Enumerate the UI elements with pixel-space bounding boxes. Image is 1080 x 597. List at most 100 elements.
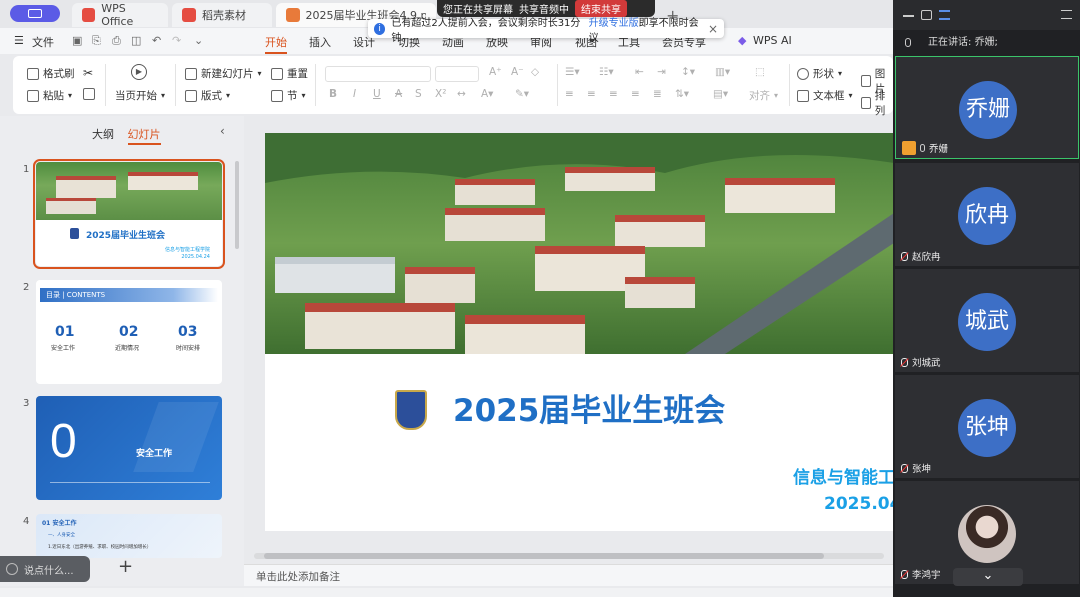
contents-num: 02 [119, 324, 139, 340]
menu-file[interactable]: 文件 [32, 34, 54, 50]
slide-thumbnail-3[interactable]: 0 安全工作 [36, 396, 222, 500]
tab-slides[interactable]: 幻灯片 [127, 128, 161, 145]
horizontal-scrollbar[interactable] [254, 553, 884, 559]
slide-thumbnail-2[interactable]: 目录 | CONTENTS 01 安全工作 02 近期情况 03 时间安排 [36, 280, 222, 384]
font-family-select[interactable] [325, 66, 431, 82]
indent-icon[interactable]: ⇤ [635, 66, 644, 78]
upgrade-link[interactable]: 升级专业版 [589, 18, 639, 29]
outdent-icon[interactable]: ⇥ [657, 66, 666, 78]
preview-icon[interactable]: ◫ [131, 34, 141, 47]
label: 排列 [874, 90, 886, 117]
tab-label: 稻壳素材 [202, 9, 246, 22]
shape-button[interactable]: 形状 ▾ [797, 66, 842, 81]
participant-tile[interactable]: 张坤 张坤 [895, 375, 1079, 478]
font-size-select[interactable] [435, 66, 479, 82]
save-icon[interactable]: ▣ [72, 34, 82, 47]
superscript-icon[interactable]: S [415, 88, 422, 100]
justify-icon[interactable]: ≡ [631, 88, 640, 100]
hamburger-icon[interactable]: ☰ [14, 34, 24, 47]
align-center-icon[interactable]: ≡ [587, 88, 596, 100]
slide-thumbnail-1[interactable]: 2025届毕业生班会 信息与智能工程学院 2025.04.24 [33, 159, 225, 269]
label: 当页开始 [115, 90, 157, 102]
chevron-down-icon[interactable]: ⌄ [194, 34, 203, 47]
font-grow-icon[interactable]: A⁺ [489, 66, 502, 78]
muted-mic-icon [901, 569, 908, 579]
columns-icon[interactable]: ▥▾ [715, 66, 730, 78]
font-color-icon[interactable]: A▾ [481, 88, 493, 100]
campus-photo [36, 162, 222, 220]
export-icon[interactable]: ⎘ [92, 34, 101, 48]
italic-icon[interactable]: I [353, 88, 356, 100]
chat-input[interactable]: 说点什么... [0, 556, 90, 582]
participant-tile[interactable]: 乔姗 乔姗 [895, 56, 1079, 159]
collapse-panel-icon[interactable]: ‹ [220, 124, 225, 138]
grid-view-icon[interactable] [939, 10, 950, 20]
window-icon[interactable] [921, 10, 932, 20]
slide-1[interactable]: 2025届毕业生班会 信息与智能工 2025.04 [265, 133, 894, 531]
participant-name-tag: 张坤 [901, 461, 931, 475]
layout-button[interactable]: 版式 ▾ [185, 88, 230, 103]
eraser-icon[interactable]: ◇ [531, 66, 539, 78]
char-spacing-icon[interactable]: ↔ [457, 88, 466, 100]
slide-thumbnail-4[interactable]: 01 安全工作 一、人身安全 1.近日东北（出游养殖、求职、校园时间增加增长） [36, 514, 222, 558]
arrow-decoration [133, 402, 219, 472]
minimize-icon[interactable] [903, 10, 914, 17]
font-shrink-icon[interactable]: A⁻ [511, 66, 524, 78]
participant-name-tag: 李鸿宇 [901, 567, 941, 581]
label: 节 [287, 90, 298, 102]
clipboard-icon [27, 89, 39, 102]
tab-daoke[interactable]: 稻壳素材 [172, 3, 272, 27]
arrange-button[interactable]: 排列 [861, 88, 891, 118]
meeting-panel: 正在讲话: 乔姗; 乔姗 乔姗 欣冉 赵欣冉 城武 刘城武 张坤 张坤 李鸿宇 … [893, 0, 1080, 597]
tab-start[interactable]: 开始 [265, 34, 287, 54]
strikethrough-icon[interactable]: A [395, 88, 402, 100]
chevron-down-icon: ▾ [161, 91, 166, 100]
highlight-icon[interactable]: ✎▾ [515, 88, 529, 100]
text-align-icon[interactable]: ▤▾ [713, 88, 728, 100]
play-current-button[interactable]: 当页开始 ▾ [115, 88, 165, 103]
align-button[interactable]: 对齐 ▾ [749, 88, 778, 103]
close-icon[interactable]: × [708, 22, 718, 36]
tab-wps-ai[interactable]: WPS AI [753, 34, 792, 47]
line-spacing-icon[interactable]: ↕▾ [681, 66, 695, 78]
home-tab[interactable] [10, 5, 60, 22]
wps-ai-icon: ◆ [738, 34, 747, 47]
textbox-button[interactable]: 文本框 ▾ [797, 88, 853, 103]
play-icon[interactable]: ▶ [131, 64, 147, 80]
underline-icon[interactable]: U [373, 88, 381, 100]
participant-tile[interactable]: 欣冉 赵欣冉 [895, 163, 1079, 266]
redo-icon[interactable]: ↷ [172, 34, 181, 47]
paste-button[interactable]: 粘贴 ▾ [27, 88, 72, 103]
distribute-icon[interactable]: ≣ [653, 88, 662, 100]
tab-insert[interactable]: 插入 [309, 34, 331, 50]
notes-field[interactable]: 单击此处添加备注 [244, 564, 894, 586]
bold-icon[interactable]: B [329, 88, 337, 100]
reset-button[interactable]: 重置 [271, 66, 308, 81]
print-icon[interactable]: ⎙ [112, 34, 121, 48]
thumbnail-scrollbar[interactable] [235, 161, 239, 249]
muted-mic-icon [901, 463, 908, 473]
copy-button[interactable] [83, 88, 95, 100]
new-slide-button[interactable]: 新建幻灯片 ▾ [185, 66, 262, 81]
participant-tile[interactable]: 城武 刘城武 [895, 269, 1079, 372]
tab-outline[interactable]: 大纲 [92, 128, 114, 141]
divider [557, 64, 558, 106]
undo-icon[interactable]: ↶ [152, 34, 161, 47]
scroll-thumb[interactable] [264, 553, 824, 559]
expand-chevron-icon[interactable]: ⌄ [953, 568, 1023, 586]
add-slide-button[interactable]: + [118, 556, 133, 577]
section-button[interactable]: 节 ▾ [271, 88, 306, 103]
school-logo-icon [70, 228, 79, 239]
subscript-icon[interactable]: X² [435, 88, 446, 100]
align-right-icon[interactable]: ≡ [609, 88, 618, 100]
format-painter-button[interactable]: 格式刷 [27, 66, 75, 81]
cut-button[interactable]: ✂ [83, 66, 93, 80]
smart-art-icon[interactable]: ⬚ [755, 66, 765, 78]
align-left-icon[interactable]: ≡ [565, 88, 574, 100]
menu-icon[interactable] [1061, 10, 1072, 19]
vertical-text-icon[interactable]: ⇅▾ [675, 88, 689, 100]
numbered-list-icon[interactable]: ☷▾ [599, 66, 614, 78]
pptx-file-icon [286, 8, 300, 22]
bullet-list-icon[interactable]: ☰▾ [565, 66, 580, 78]
tab-wps-office[interactable]: WPS Office [72, 2, 168, 28]
